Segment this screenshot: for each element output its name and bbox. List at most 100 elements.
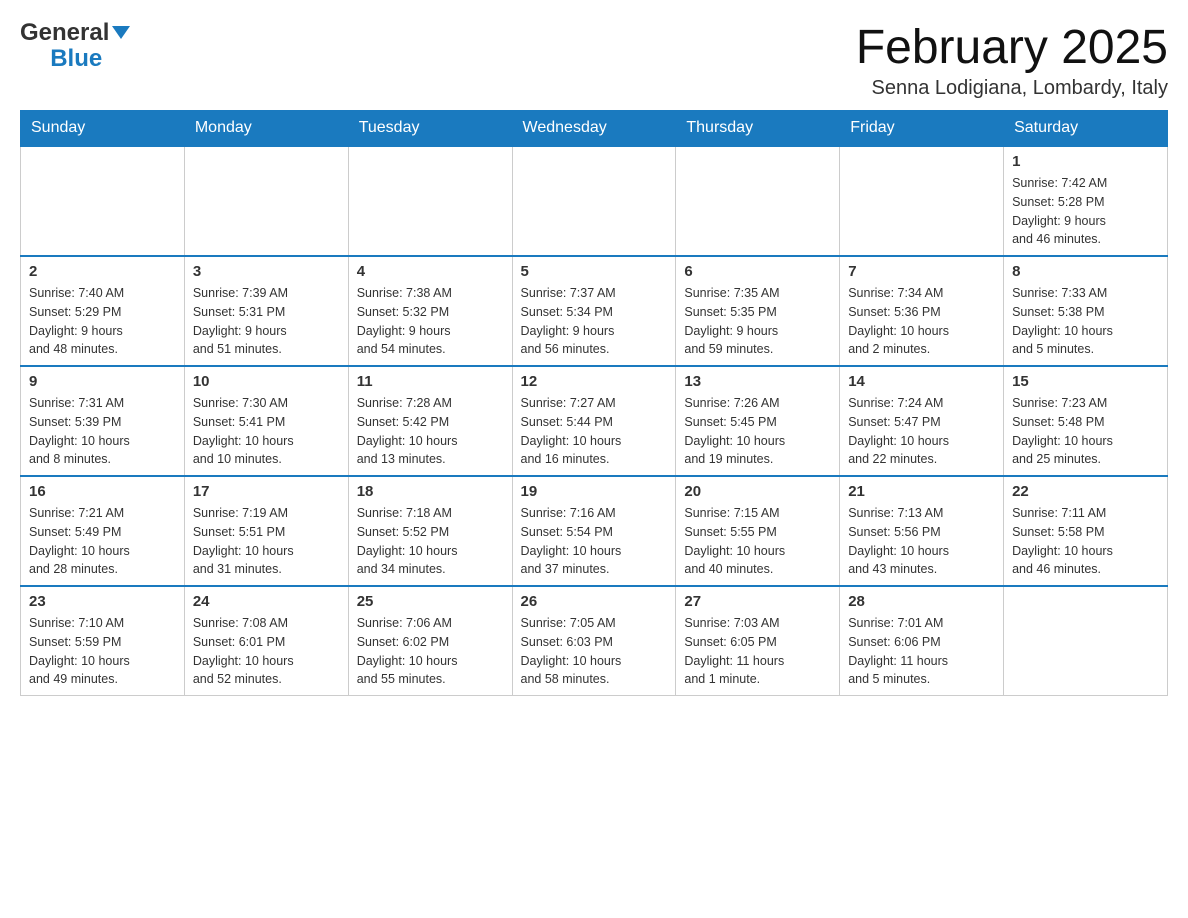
weekday-header-row: SundayMondayTuesdayWednesdayThursdayFrid… (21, 111, 1168, 147)
calendar-empty-cell (1004, 586, 1168, 696)
weekday-header-sunday: Sunday (21, 111, 185, 147)
day-number: 8 (1012, 263, 1159, 280)
day-number: 15 (1012, 373, 1159, 390)
day-info: Sunrise: 7:31 AM Sunset: 5:39 PM Dayligh… (29, 394, 176, 469)
day-number: 7 (848, 263, 995, 280)
day-number: 24 (193, 593, 340, 610)
calendar-day-cell: 9 Sunrise: 7:31 AM Sunset: 5:39 PM Daylig… (21, 366, 185, 476)
day-info: Sunrise: 7:03 AM Sunset: 6:05 PM Dayligh… (684, 614, 831, 689)
weekday-header-friday: Friday (840, 111, 1004, 147)
calendar-day-cell: 16 Sunrise: 7:21 AM Sunset: 5:49 PM Dayli… (21, 476, 185, 586)
day-number: 21 (848, 483, 995, 500)
day-info: Sunrise: 7:05 AM Sunset: 6:03 PM Dayligh… (521, 614, 668, 689)
calendar-day-cell: 13Sunrise: 7:26 AM Sunset: 5:45 PM Dayli… (676, 366, 840, 476)
location: Senna Lodigiana, Lombardy, Italy (856, 77, 1168, 100)
weekday-header-tuesday: Tuesday (348, 111, 512, 147)
calendar-day-cell: 17 Sunrise: 7:19 AM Sunset: 5:51 PM Dayli… (184, 476, 348, 586)
day-number: 6 (684, 263, 831, 280)
day-info: Sunrise: 7:27 AM Sunset: 5:44 PM Dayligh… (521, 394, 668, 469)
day-info: Sunrise: 7:42 AM Sunset: 5:28 PM Dayligh… (1012, 174, 1159, 249)
weekday-header-monday: Monday (184, 111, 348, 147)
day-number: 22 (1012, 483, 1159, 500)
logo-triangle-icon (112, 26, 130, 39)
day-number: 12 (521, 373, 668, 390)
calendar-day-cell: 2 Sunrise: 7:40 AM Sunset: 5:29 PM Daylig… (21, 256, 185, 366)
day-number: 14 (848, 373, 995, 390)
day-info: Sunrise: 7:38 AM Sunset: 5:32 PM Dayligh… (357, 284, 504, 359)
weekday-header-saturday: Saturday (1004, 111, 1168, 147)
logo: General Blue (20, 20, 130, 73)
calendar-empty-cell (348, 146, 512, 256)
calendar-day-cell: 8 Sunrise: 7:33 AM Sunset: 5:38 PM Daylig… (1004, 256, 1168, 366)
logo-text-blue: Blue (50, 45, 102, 72)
day-number: 5 (521, 263, 668, 280)
calendar-week-row: 2 Sunrise: 7:40 AM Sunset: 5:29 PM Daylig… (21, 256, 1168, 366)
day-number: 26 (521, 593, 668, 610)
day-info: Sunrise: 7:39 AM Sunset: 5:31 PM Dayligh… (193, 284, 340, 359)
day-number: 11 (357, 373, 504, 390)
day-info: Sunrise: 7:37 AM Sunset: 5:34 PM Dayligh… (521, 284, 668, 359)
weekday-header-thursday: Thursday (676, 111, 840, 147)
day-info: Sunrise: 7:21 AM Sunset: 5:49 PM Dayligh… (29, 504, 176, 579)
day-info: Sunrise: 7:11 AM Sunset: 5:58 PM Dayligh… (1012, 504, 1159, 579)
day-number: 13 (684, 373, 831, 390)
day-info: Sunrise: 7:40 AM Sunset: 5:29 PM Dayligh… (29, 284, 176, 359)
calendar-day-cell: 15Sunrise: 7:23 AM Sunset: 5:48 PM Dayli… (1004, 366, 1168, 476)
day-info: Sunrise: 7:34 AM Sunset: 5:36 PM Dayligh… (848, 284, 995, 359)
day-number: 9 (29, 373, 176, 390)
calendar-day-cell: 26 Sunrise: 7:05 AM Sunset: 6:03 PM Dayli… (512, 586, 676, 696)
day-number: 18 (357, 483, 504, 500)
calendar-day-cell: 5 Sunrise: 7:37 AM Sunset: 5:34 PM Daylig… (512, 256, 676, 366)
day-info: Sunrise: 7:18 AM Sunset: 5:52 PM Dayligh… (357, 504, 504, 579)
day-info: Sunrise: 7:10 AM Sunset: 5:59 PM Dayligh… (29, 614, 176, 689)
day-number: 2 (29, 263, 176, 280)
calendar-empty-cell (21, 146, 185, 256)
calendar-day-cell: 1 Sunrise: 7:42 AM Sunset: 5:28 PM Daylig… (1004, 146, 1168, 256)
calendar-day-cell: 18 Sunrise: 7:18 AM Sunset: 5:52 PM Dayli… (348, 476, 512, 586)
day-info: Sunrise: 7:13 AM Sunset: 5:56 PM Dayligh… (848, 504, 995, 579)
calendar-week-row: 9 Sunrise: 7:31 AM Sunset: 5:39 PM Daylig… (21, 366, 1168, 476)
calendar-empty-cell (512, 146, 676, 256)
calendar-day-cell: 12 Sunrise: 7:27 AM Sunset: 5:44 PM Dayli… (512, 366, 676, 476)
calendar-day-cell: 22 Sunrise: 7:11 AM Sunset: 5:58 PM Dayli… (1004, 476, 1168, 586)
calendar-day-cell: 14 Sunrise: 7:24 AM Sunset: 5:47 PM Dayli… (840, 366, 1004, 476)
day-number: 25 (357, 593, 504, 610)
weekday-header-wednesday: Wednesday (512, 111, 676, 147)
day-number: 3 (193, 263, 340, 280)
calendar-table: SundayMondayTuesdayWednesdayThursdayFrid… (20, 110, 1168, 696)
day-info: Sunrise: 7:24 AM Sunset: 5:47 PM Dayligh… (848, 394, 995, 469)
month-title: February 2025 (856, 20, 1168, 75)
calendar-day-cell: 27 Sunrise: 7:03 AM Sunset: 6:05 PM Dayli… (676, 586, 840, 696)
calendar-day-cell: 23Sunrise: 7:10 AM Sunset: 5:59 PM Dayli… (21, 586, 185, 696)
day-info: Sunrise: 7:19 AM Sunset: 5:51 PM Dayligh… (193, 504, 340, 579)
calendar-day-cell: 20 Sunrise: 7:15 AM Sunset: 5:55 PM Dayli… (676, 476, 840, 586)
day-number: 17 (193, 483, 340, 500)
day-info: Sunrise: 7:30 AM Sunset: 5:41 PM Dayligh… (193, 394, 340, 469)
day-info: Sunrise: 7:08 AM Sunset: 6:01 PM Dayligh… (193, 614, 340, 689)
calendar-week-row: 16 Sunrise: 7:21 AM Sunset: 5:49 PM Dayli… (21, 476, 1168, 586)
day-number: 20 (684, 483, 831, 500)
calendar-day-cell: 28Sunrise: 7:01 AM Sunset: 6:06 PM Dayli… (840, 586, 1004, 696)
day-number: 19 (521, 483, 668, 500)
day-number: 4 (357, 263, 504, 280)
logo-text-black: General (20, 19, 109, 46)
day-info: Sunrise: 7:06 AM Sunset: 6:02 PM Dayligh… (357, 614, 504, 689)
day-number: 16 (29, 483, 176, 500)
day-number: 1 (1012, 153, 1159, 170)
calendar-week-row: 1 Sunrise: 7:42 AM Sunset: 5:28 PM Daylig… (21, 146, 1168, 256)
calendar-day-cell: 25 Sunrise: 7:06 AM Sunset: 6:02 PM Dayli… (348, 586, 512, 696)
day-info: Sunrise: 7:33 AM Sunset: 5:38 PM Dayligh… (1012, 284, 1159, 359)
day-number: 27 (684, 593, 831, 610)
day-info: Sunrise: 7:15 AM Sunset: 5:55 PM Dayligh… (684, 504, 831, 579)
calendar-day-cell: 21 Sunrise: 7:13 AM Sunset: 5:56 PM Dayli… (840, 476, 1004, 586)
calendar-day-cell: 6 Sunrise: 7:35 AM Sunset: 5:35 PM Daylig… (676, 256, 840, 366)
calendar-week-row: 23Sunrise: 7:10 AM Sunset: 5:59 PM Dayli… (21, 586, 1168, 696)
page-header: General Blue February 2025 Senna Lodigia… (20, 20, 1168, 100)
day-number: 28 (848, 593, 995, 610)
calendar-empty-cell (184, 146, 348, 256)
calendar-day-cell: 7 Sunrise: 7:34 AM Sunset: 5:36 PM Daylig… (840, 256, 1004, 366)
title-block: February 2025 Senna Lodigiana, Lombardy,… (856, 20, 1168, 100)
calendar-day-cell: 19Sunrise: 7:16 AM Sunset: 5:54 PM Dayli… (512, 476, 676, 586)
day-info: Sunrise: 7:35 AM Sunset: 5:35 PM Dayligh… (684, 284, 831, 359)
calendar-empty-cell (676, 146, 840, 256)
